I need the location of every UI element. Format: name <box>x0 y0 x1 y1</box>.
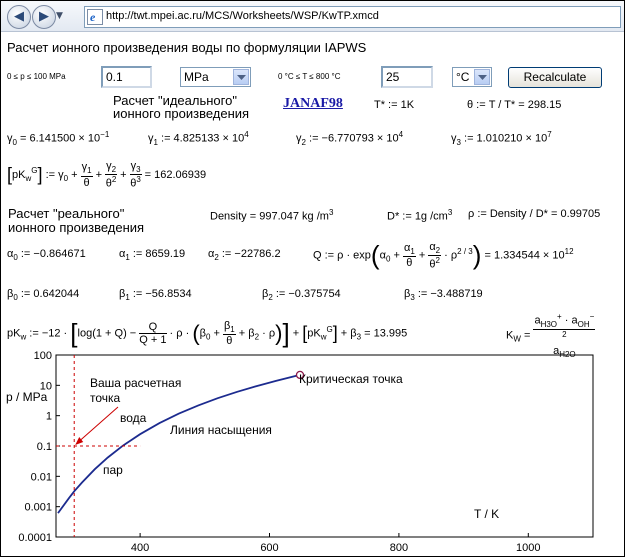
ideal-heading: Расчет "идеального" ионного произведения <box>113 94 249 120</box>
q-result: = 1.334544 × 10 <box>484 249 565 262</box>
steam-label: пар <box>103 463 123 477</box>
alpha2-value: −22786.2 <box>234 248 281 260</box>
back-button-icon[interactable]: ◀ <box>7 5 31 29</box>
forward-button-icon[interactable]: ▶ <box>32 5 56 29</box>
real-heading-line1: Расчет "реального" <box>8 206 125 221</box>
beta1: β1 := −56.8534 <box>119 288 192 303</box>
beta0: β0 := 0.642044 <box>7 288 80 303</box>
gamma3: γ3 := 1.010210 × 107 <box>451 130 552 147</box>
temperature-input[interactable]: 25 <box>381 66 433 88</box>
saturation-chart: 0.00010.0010.010.1110100400 600 800 1000 p … <box>6 350 594 554</box>
gamma2: γ2 := −6.770793 × 104 <box>296 130 404 147</box>
gamma0-value: 6.141500 × 10 <box>29 132 101 145</box>
alpha1: α1 := 8659.19 <box>119 248 186 263</box>
point-pointer-line <box>76 406 119 444</box>
janaf98-link[interactable]: JANAF98 <box>283 96 343 112</box>
y-tick-label: 0.0001 <box>18 532 52 544</box>
density-text: Density = 997.047 kg /m <box>210 210 329 223</box>
pressure-range-label: 0 ≤ p ≤ 100 MPa <box>7 72 66 81</box>
q-formula: Q := ρ · exp(α0 + α1 θ + α2 θ2 · ρ2 / 3) =… <box>313 240 574 271</box>
gamma2-exp: 4 <box>398 130 404 139</box>
water-label: вода <box>120 411 147 425</box>
pkw-ideal-result: = 162.06939 <box>144 168 207 181</box>
density-value: Density = 997.047 kg /m3 <box>210 208 334 223</box>
address-bar[interactable]: e http://twt.mpei.ac.ru/MCS/Worksheets/W… <box>84 6 621 28</box>
pressure-unit-select[interactable]: MPa <box>180 67 251 87</box>
page-title: Расчет ионного произведения воды по форм… <box>7 40 367 55</box>
alpha1-value: 8659.19 <box>145 248 186 260</box>
beta1-value: −56.8534 <box>145 288 192 300</box>
pkw-real-result: = 13.995 <box>364 327 408 340</box>
x-tick-label: 400 <box>131 542 149 554</box>
point-label-line1: Ваша расчетная <box>90 376 181 390</box>
beta2-value: −0.375754 <box>288 288 341 300</box>
y-tick-label: 0.1 <box>37 441 52 453</box>
y-tick-label: 1 <box>46 411 52 423</box>
gamma1: γ1 := 4.825133 × 104 <box>148 130 249 147</box>
beta3-value: −3.488719 <box>430 288 483 300</box>
page-icon: e <box>87 9 103 25</box>
alpha2: α2 := −22786.2 <box>208 248 281 263</box>
gamma2-value: −6.770793 × 10 <box>321 132 399 145</box>
gamma3-exp: 7 <box>547 130 552 139</box>
y-tick-label: 0.001 <box>24 502 52 514</box>
gamma1-exp: 4 <box>244 130 249 139</box>
tstar-definition: T* := 1K <box>374 99 415 111</box>
browser-toolbar: ◀ ▶ ▼ e http://twt.mpei.ac.ru/MCS/Worksh… <box>1 1 624 32</box>
point-label-line2: точка <box>90 391 121 405</box>
history-dropdown-icon[interactable]: ▼ <box>56 11 63 21</box>
y-tick-label: 100 <box>34 350 52 362</box>
ideal-heading-line2: ионного произведения <box>113 106 250 121</box>
rho-definition: ρ := Density / D* = 0.99705 <box>468 208 601 220</box>
x-axis-label: T / K <box>474 507 499 521</box>
address-url[interactable]: http://twt.mpei.ac.ru/MCS/Worksheets/WSP… <box>106 10 379 22</box>
x-tick-label: 800 <box>390 542 408 554</box>
theta-definition: θ := T / T* = 298.15 <box>467 99 562 111</box>
gamma3-value: 1.010210 × 10 <box>476 132 548 145</box>
dstar-definition: D* := 1g /cm3 <box>387 208 453 223</box>
recalculate-button[interactable]: Recalculate <box>508 67 602 88</box>
q-exp: 12 <box>564 246 574 256</box>
chevron-down-icon[interactable] <box>233 69 249 85</box>
alpha0-value: −0.864671 <box>33 248 86 260</box>
temperature-range-label: 0 °C ≤ T ≤ 800 °C <box>278 72 341 81</box>
gamma0: γ0 = 6.141500 × 10−1 <box>7 130 110 147</box>
y-tick-label: 0.01 <box>31 471 52 483</box>
pkw-ideal-formula: [pKwG] := γ0 + γ1 θ + γ2 θ2 + γ3 θ3 = 162.0… <box>7 160 207 190</box>
beta3: β3 := −3.488719 <box>404 288 483 303</box>
pressure-input[interactable]: 0.1 <box>101 66 152 88</box>
beta0-value: 0.642044 <box>33 288 80 300</box>
gamma1-value: 4.825133 × 10 <box>173 132 245 145</box>
dstar-text: D* := 1g /cm <box>387 210 448 223</box>
x-tick-label: 600 <box>260 542 278 554</box>
saturation-label: Линия насыщения <box>170 423 272 437</box>
temperature-unit-value: °C <box>456 70 470 84</box>
critical-label: Критическая точка <box>299 372 403 386</box>
gamma0-exp: −1 <box>100 130 110 139</box>
real-heading-line2: ионного произведения <box>8 220 145 235</box>
temperature-unit-select[interactable]: °C <box>452 67 492 87</box>
chevron-down-icon[interactable] <box>474 69 490 85</box>
alpha0: α0 := −0.864671 <box>7 248 86 263</box>
pressure-unit-value: MPa <box>184 70 209 84</box>
y-axis-label: p / MPa <box>6 390 48 404</box>
x-tick-label: 1000 <box>516 542 540 554</box>
beta2: β2 := −0.375754 <box>262 288 341 303</box>
real-heading: Расчет "реального" ионного произведения <box>8 207 144 235</box>
